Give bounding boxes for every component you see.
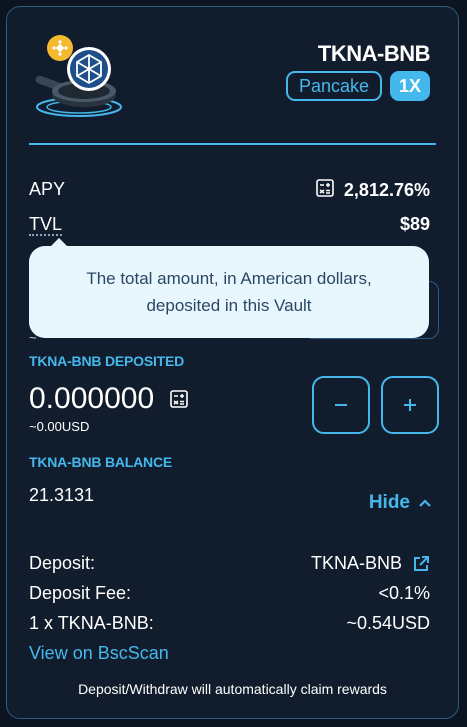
- pancake-pan-logo-icon: [35, 35, 122, 117]
- balance-label: TKNA-BNB BALANCE: [29, 454, 173, 470]
- tvl-value: $89: [399, 214, 430, 234]
- exchange-tag: Pancake: [285, 71, 382, 101]
- deposit-token-label: Deposit:: [29, 553, 96, 573]
- tvl-label[interactable]: TVL: [29, 214, 63, 236]
- deposit-fee-value: <0.1%: [378, 583, 430, 603]
- multiplier-tag: 1X: [390, 71, 430, 101]
- vault-card: TKNA-BNB Pancake 1X APY 2,812.76% TVL $8…: [6, 6, 459, 719]
- chevron-up-icon: [419, 499, 431, 507]
- external-link-icon[interactable]: [412, 555, 430, 573]
- vault-pair-title: TKNA-BNB: [317, 41, 431, 66]
- deposited-amount-row: 0.000000: [29, 382, 188, 416]
- vault-logo: [29, 29, 124, 124]
- deposited-usd: ~0.00USD: [29, 419, 90, 434]
- calculator-icon[interactable]: [316, 179, 334, 202]
- hide-details-button[interactable]: Hide: [369, 492, 432, 514]
- calculator-icon[interactable]: [170, 382, 188, 416]
- deposit-token-value: TKNA-BNB: [310, 553, 402, 573]
- deposit-plus-button[interactable]: [381, 376, 439, 434]
- apy-label: APY: [29, 179, 66, 199]
- token-price-label: 1 x TKNA-BNB:: [29, 613, 154, 633]
- deposit-fee-label: Deposit Fee:: [29, 583, 132, 603]
- minus-icon: [335, 404, 347, 406]
- apy-value-row: 2,812.76%: [316, 179, 430, 202]
- deposit-token-row[interactable]: TKNA-BNB: [311, 553, 430, 574]
- tooltip-line-1: The total amount, in American dollars,: [86, 269, 372, 288]
- footer-note: Deposit/Withdraw will automatically clai…: [78, 681, 387, 697]
- withdraw-minus-button[interactable]: [312, 376, 370, 434]
- apy-value: 2,812.76%: [343, 180, 430, 200]
- hide-label: Hide: [368, 492, 410, 513]
- tvl-tooltip: The total amount, in American dollars, d…: [29, 238, 429, 338]
- tooltip-line-2: deposited in this Vault: [146, 296, 312, 315]
- bscscan-link[interactable]: View on BscScan: [29, 643, 169, 664]
- deposited-label: TKNA-BNB DEPOSITED: [29, 353, 185, 369]
- plus-icon: [404, 399, 416, 411]
- header-divider: [29, 143, 436, 145]
- vault-tags: Pancake 1X: [285, 71, 430, 101]
- deposited-amount: 0.000000: [29, 382, 155, 415]
- token-price-value: ~0.54USD: [346, 613, 430, 633]
- balance-amount: 21.3131: [29, 485, 95, 505]
